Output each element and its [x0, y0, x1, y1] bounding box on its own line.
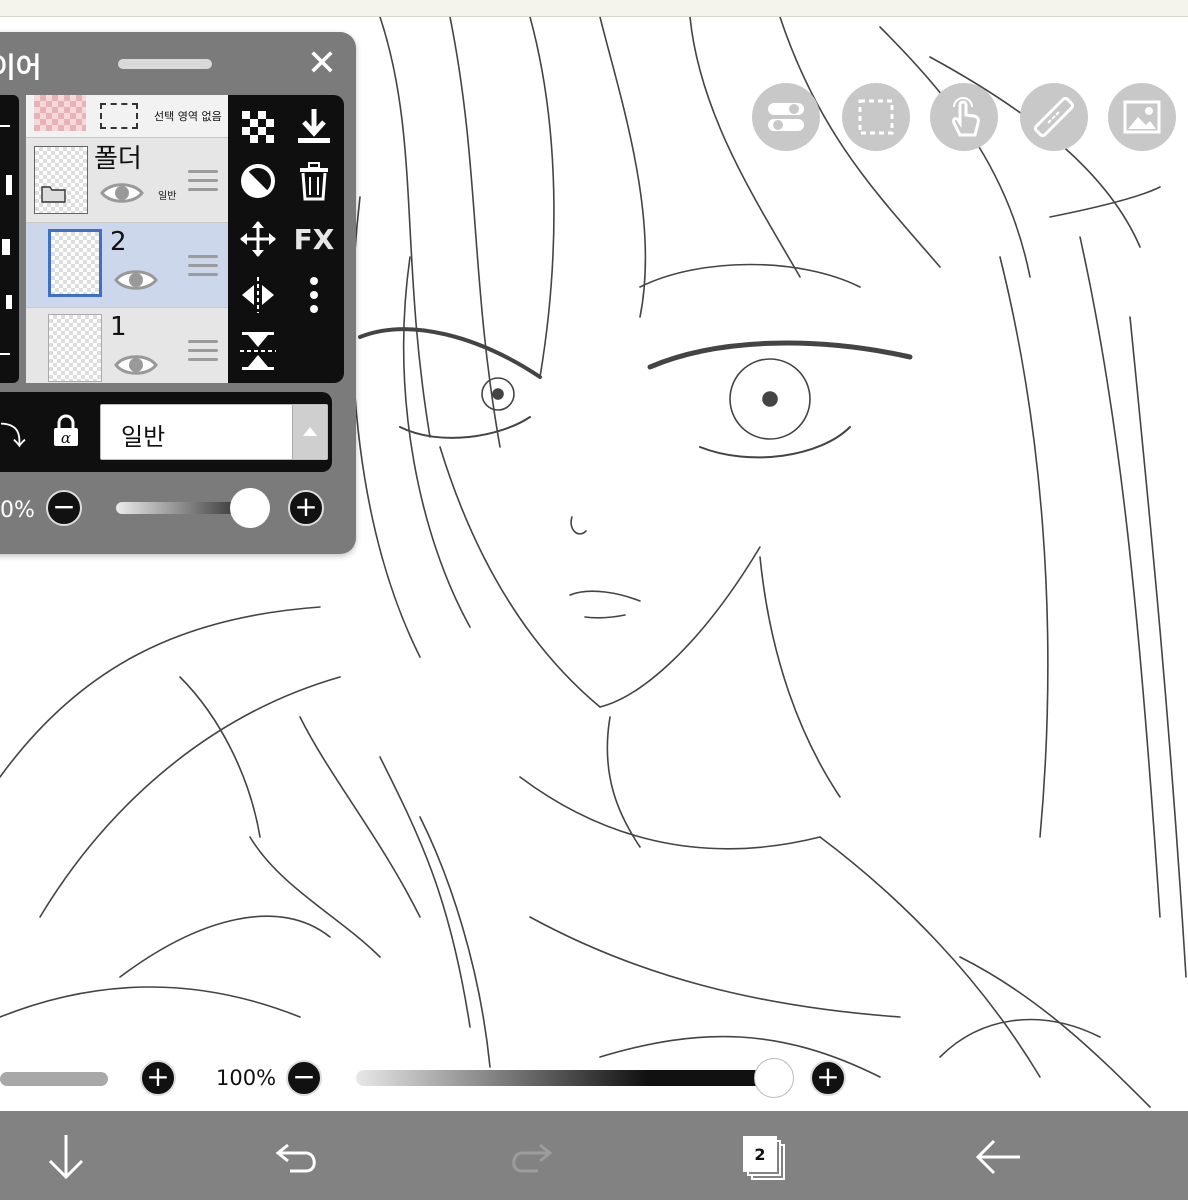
svg-text:α: α [61, 429, 71, 447]
top-status-strip [0, 0, 1188, 17]
panel-drag-handle[interactable] [118, 59, 212, 69]
layer-name: 폴더 [94, 144, 142, 174]
brush-opacity-decrease-button[interactable]: − [286, 1060, 322, 1096]
half-circle-icon[interactable] [238, 161, 278, 201]
download-arrow-icon[interactable] [36, 1129, 96, 1185]
layer-thumbnail [48, 229, 102, 297]
tool-icon-3[interactable] [2, 239, 10, 255]
blend-mode-bar: ⤵ α 일반 [0, 392, 332, 472]
brush-controls: + 100% − + [0, 1056, 870, 1102]
folder-icon [41, 186, 66, 203]
tool-icon-1[interactable] [0, 125, 10, 127]
checker-icon[interactable] [238, 107, 278, 147]
ruler-button[interactable] [1020, 83, 1088, 151]
opacity-increase-button[interactable]: + [288, 490, 324, 526]
opacity-decrease-button[interactable]: − [46, 490, 82, 526]
blend-mode-select[interactable]: 일반 [100, 404, 328, 460]
clipping-icon[interactable]: ⤵ [0, 416, 26, 453]
layer-blend-mode: 일반 [158, 191, 177, 202]
fx-icon[interactable]: FX [286, 223, 342, 263]
blend-mode-value: 일반 [121, 423, 166, 451]
toggle-icon [768, 103, 804, 131]
touch-button[interactable] [930, 83, 998, 151]
flip-horizontal-icon[interactable] [238, 275, 278, 315]
toggle-button[interactable] [752, 83, 820, 151]
move-icon[interactable] [238, 219, 278, 259]
visibility-eye-icon[interactable] [100, 178, 144, 208]
brush-opacity-slider[interactable] [356, 1070, 772, 1086]
layer-thumbnail [34, 146, 88, 214]
tool-icon-4[interactable] [6, 295, 12, 309]
alpha-lock-icon[interactable]: α [52, 414, 80, 448]
selection-icon [858, 99, 894, 135]
layer-row-folder[interactable]: 폴더 일반 [26, 138, 228, 223]
layer-thumbnail [48, 314, 102, 382]
dropdown-arrow-icon[interactable] [292, 405, 327, 459]
visibility-eye-icon[interactable] [114, 265, 158, 295]
left-tool-strip [0, 95, 19, 383]
brush-size-slider[interactable] [0, 1072, 108, 1086]
layer-name: 2 [110, 227, 127, 257]
image-button[interactable] [1108, 83, 1176, 151]
layer-opacity-thumb[interactable] [230, 488, 270, 528]
selection-layer-row[interactable]: 선택 영역 없음 [26, 95, 228, 138]
close-button[interactable]: ✕ [304, 46, 340, 82]
tool-icon-5[interactable] [0, 353, 10, 355]
drag-handle-icon[interactable] [188, 255, 218, 277]
undo-icon[interactable] [268, 1129, 328, 1185]
layer-panel: 이어 ✕ 선택 영역 없음 폴더 일반 2 1 FX ⤵ α 일반 0% − + [0, 32, 356, 554]
layer-row-1[interactable]: 1 [26, 308, 228, 383]
back-icon[interactable] [968, 1129, 1028, 1185]
image-icon [1123, 100, 1161, 134]
ruler-icon [1034, 97, 1074, 137]
layer-tools: FX [228, 95, 344, 383]
selection-thumbnail [34, 95, 86, 131]
drag-handle-icon[interactable] [188, 340, 218, 362]
merge-down-icon[interactable] [294, 107, 334, 147]
selection-label: 선택 영역 없음 [154, 110, 222, 123]
brush-opacity-thumb[interactable] [754, 1058, 794, 1098]
drag-handle-icon[interactable] [188, 170, 218, 192]
bottom-toolbar: 2 [0, 1111, 1188, 1200]
layers-count: 2 [754, 1145, 765, 1164]
brush-size-increase-button[interactable]: + [140, 1060, 176, 1096]
redo-icon[interactable] [500, 1129, 560, 1185]
selection-icon [100, 103, 138, 129]
layer-row-2[interactable]: 2 [26, 223, 228, 308]
layers-icon[interactable]: 2 [734, 1129, 794, 1185]
brush-opacity-label: 100% [216, 1066, 277, 1090]
layer-opacity-row: 0% − + [0, 476, 340, 536]
layer-opacity-label: 0% [0, 498, 35, 523]
tool-icon-2[interactable] [6, 175, 12, 195]
more-icon[interactable] [294, 275, 334, 315]
visibility-eye-icon[interactable] [114, 350, 158, 380]
touch-icon [952, 97, 980, 137]
layer-list: 선택 영역 없음 폴더 일반 2 1 [26, 95, 228, 383]
panel-title: 이어 [0, 51, 42, 84]
trash-icon[interactable] [294, 161, 334, 201]
brush-opacity-increase-button[interactable]: + [810, 1060, 846, 1096]
flip-vertical-icon[interactable] [238, 331, 278, 371]
layer-name: 1 [110, 312, 127, 342]
selection-button[interactable] [842, 83, 910, 151]
